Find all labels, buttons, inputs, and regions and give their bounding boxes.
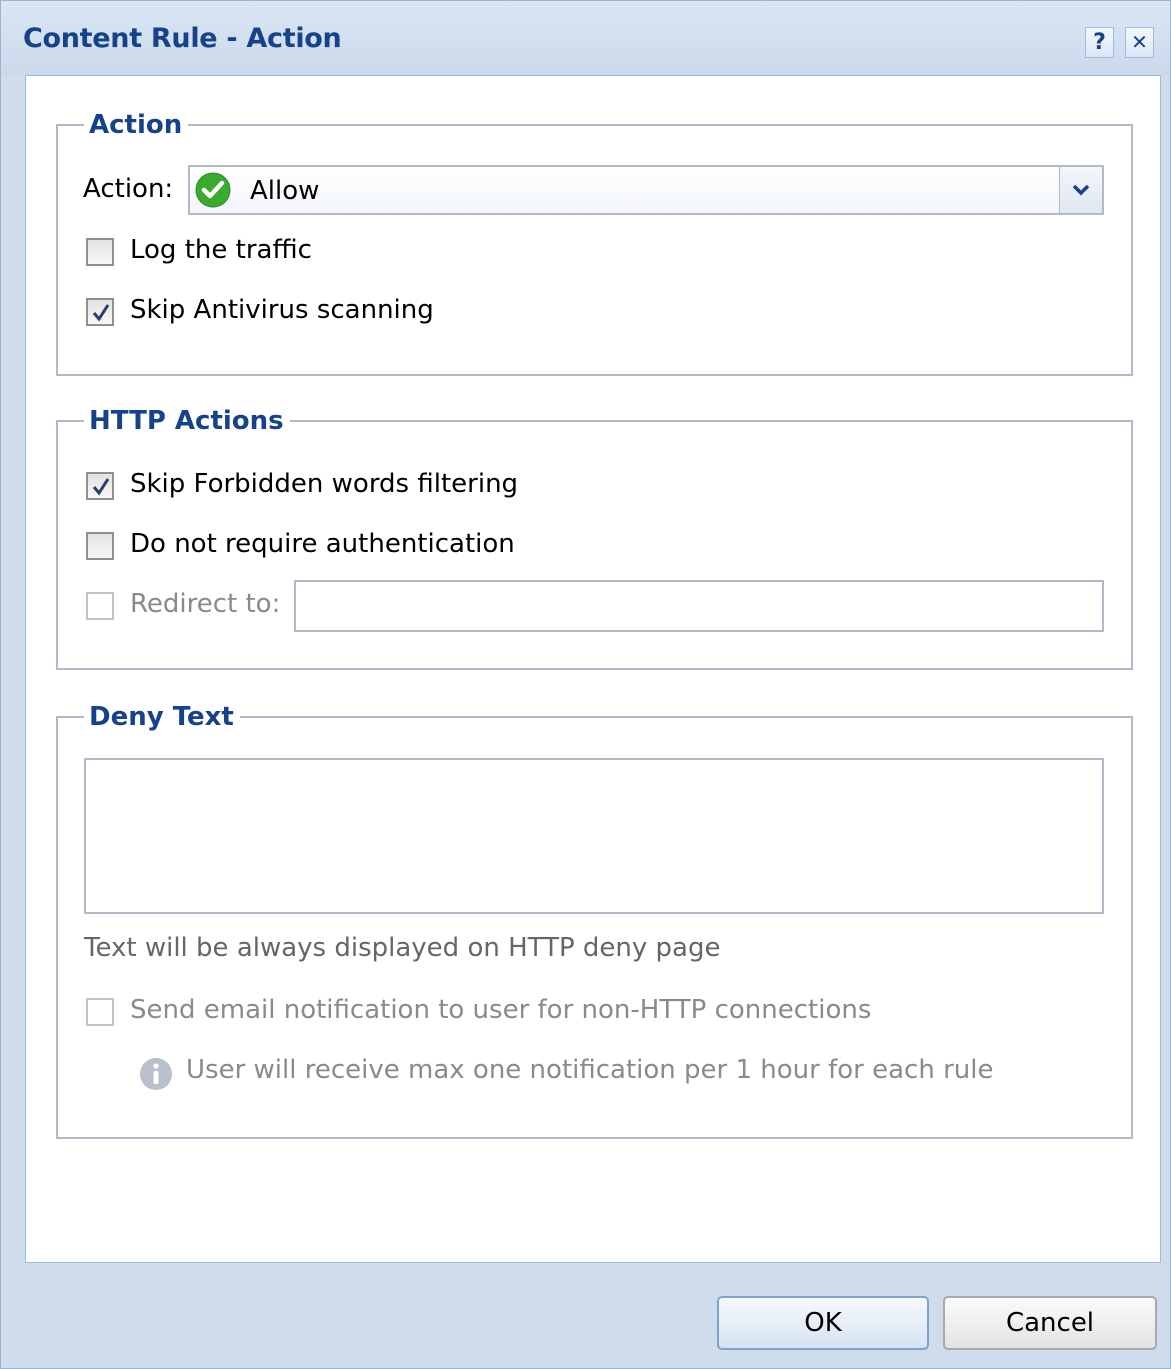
skip-antivirus-label[interactable]: Skip Antivirus scanning	[130, 295, 434, 325]
skip-forbidden-label[interactable]: Skip Forbidden words filtering	[130, 469, 518, 499]
title-bar[interactable]: Content Rule - Action ? ✕	[1, 1, 1170, 75]
dialog-body: Action Action: Allow Log the traffic Ski…	[25, 75, 1161, 1263]
no-auth-checkbox[interactable]	[86, 532, 114, 560]
action-legend: Action	[89, 110, 183, 140]
close-button[interactable]: ✕	[1125, 27, 1154, 58]
action-label: Action:	[83, 174, 174, 204]
http-actions-legend: HTTP Actions	[89, 406, 284, 436]
close-icon: ✕	[1131, 30, 1148, 54]
log-traffic-label[interactable]: Log the traffic	[130, 235, 312, 265]
skip-antivirus-checkbox[interactable]	[86, 298, 114, 326]
checkmark-icon	[92, 478, 110, 496]
redirect-checkbox[interactable]	[86, 592, 114, 620]
notification-info-text: User will receive max one notification p…	[186, 1055, 994, 1085]
deny-text-textarea[interactable]	[84, 758, 1104, 914]
deny-text-legend: Deny Text	[89, 702, 234, 732]
action-selected-value: Allow	[250, 176, 320, 206]
deny-text-hint: Text will be always displayed on HTTP de…	[84, 933, 721, 963]
content-rule-action-dialog: Content Rule - Action ? ✕ Action Action:…	[0, 0, 1171, 1369]
green-check-circle-icon	[195, 172, 231, 208]
help-icon: ?	[1093, 30, 1106, 55]
checkmark-icon	[92, 304, 110, 322]
dialog-title: Content Rule - Action	[23, 23, 342, 54]
log-traffic-checkbox[interactable]	[86, 238, 114, 266]
help-button[interactable]: ?	[1085, 27, 1114, 58]
redirect-url-input[interactable]	[294, 580, 1104, 632]
info-icon	[140, 1058, 172, 1090]
cancel-button[interactable]: Cancel	[943, 1296, 1157, 1350]
skip-forbidden-checkbox[interactable]	[86, 472, 114, 500]
email-notification-checkbox[interactable]	[86, 998, 114, 1026]
chevron-down-icon	[1072, 184, 1090, 196]
email-notification-label: Send email notification to user for non-…	[130, 995, 872, 1025]
ok-button[interactable]: OK	[717, 1296, 929, 1350]
no-auth-label[interactable]: Do not require authentication	[130, 529, 515, 559]
redirect-label: Redirect to:	[130, 589, 281, 619]
combo-trigger[interactable]	[1059, 167, 1102, 213]
action-combobox[interactable]: Allow	[188, 165, 1104, 215]
